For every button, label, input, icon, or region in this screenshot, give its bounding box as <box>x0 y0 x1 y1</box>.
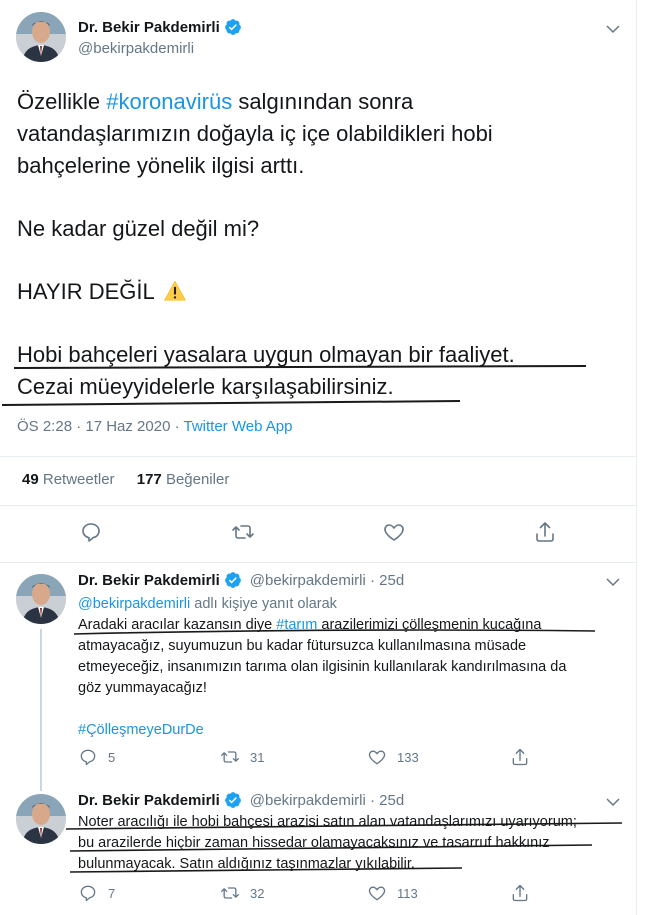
retweet-button[interactable]: 32 <box>220 883 264 903</box>
reply-count: 5 <box>108 749 116 765</box>
retweets-count[interactable]: 49 <box>22 471 39 488</box>
tweet-actions <box>0 508 637 556</box>
avatar-image <box>16 574 66 624</box>
retweet-count: 31 <box>250 749 265 765</box>
avatar[interactable] <box>16 794 66 844</box>
share-icon[interactable] <box>533 520 557 544</box>
like-button[interactable]: 113 <box>367 883 418 903</box>
mention-link[interactable]: @bekirpakdemirli <box>78 596 190 612</box>
reply-tweet[interactable]: Dr. Bekir Pakdemirli @bekirpakdemirli · … <box>0 779 637 915</box>
chevron-down-icon[interactable] <box>604 20 622 38</box>
main-tweet: Dr. Bekir Pakdemirli @bekirpakdemirli Öz… <box>0 0 637 563</box>
like-icon[interactable] <box>382 520 406 544</box>
tweet-line: bu arazilerde hiçbir zaman hissedar olam… <box>78 835 550 851</box>
tweet-line: Ne kadar güzel değil mi? <box>17 216 260 241</box>
tweet-line: Noter aracılığı ile hobi bahçesi arazisi… <box>78 814 577 830</box>
thread-connector <box>40 629 42 789</box>
text-span: salgınından sonra <box>232 89 414 114</box>
hashtag-link[interactable]: #tarım <box>276 617 317 633</box>
thread-connector <box>40 779 42 791</box>
retweet-button[interactable]: 31 <box>220 747 264 767</box>
author-handle[interactable]: @bekirpakdemirli · 25d <box>250 572 404 589</box>
avatar[interactable] <box>16 574 66 624</box>
retweets-label[interactable]: Retweetler <box>43 471 115 488</box>
author-handle[interactable]: @bekirpakdemirli <box>78 40 194 57</box>
reply-icon <box>80 749 96 766</box>
tweet-line: Aradaki aracılar kazansın diye #tarım ar… <box>78 615 623 636</box>
reply-context-text: adlı kişiye yanıt olarak <box>190 596 337 612</box>
warning-emoji-icon <box>164 280 186 301</box>
avatar-image <box>16 12 66 62</box>
author-name[interactable]: Dr. Bekir Pakdemirli <box>78 18 242 36</box>
retweet-icon <box>221 751 239 763</box>
chevron-down-icon[interactable] <box>604 793 622 811</box>
author-name[interactable]: Dr. Bekir Pakdemirli <box>78 572 220 589</box>
hashtag-link[interactable]: #koronavirüs <box>106 89 232 114</box>
text-span: Özellikle <box>17 89 107 114</box>
reply-icon[interactable] <box>79 520 103 544</box>
reply-button[interactable]: 7 <box>78 883 115 903</box>
retweet-icon <box>221 887 239 899</box>
chevron-down-icon[interactable] <box>604 573 622 591</box>
reply-count: 7 <box>108 885 116 901</box>
reply-header: Dr. Bekir Pakdemirli @bekirpakdemirli · … <box>78 571 404 589</box>
verified-badge-icon <box>224 792 241 808</box>
retweet-count: 32 <box>250 885 265 901</box>
tweet-line: HAYIR DEĞİL <box>17 276 617 308</box>
avatar[interactable] <box>16 12 66 62</box>
tweet-line: bahçelerine yönelik ilgisi arttı. <box>17 153 305 178</box>
tweet-line: göz yummayacağız! <box>78 680 207 696</box>
share-button[interactable] <box>510 747 530 767</box>
tweet-line: vatandaşlarımızın doğayla iç içe olabild… <box>17 121 493 146</box>
author-handle[interactable]: @bekirpakdemirli · 25d <box>250 792 404 809</box>
tweet-line: atmayacağız, suyumuzun bu kadar fütursuz… <box>78 638 527 654</box>
retweet-icon[interactable] <box>231 520 255 544</box>
tweet-timestamp: ÖS 2:28 · 17 Haz 2020 · Twitter Web App <box>17 418 292 435</box>
text-span: arazilerimizi çölleşmenin kucağına <box>317 617 542 633</box>
tweet-thread: Dr. Bekir Pakdemirli @bekirpakdemirli Öz… <box>0 0 637 915</box>
timestamp-text[interactable]: ÖS 2:28 · 17 Haz 2020 · <box>17 418 184 435</box>
hashtag-link[interactable]: #ÇölleşmeyeDurDe <box>78 722 204 738</box>
like-button[interactable]: 133 <box>367 747 419 767</box>
reply-icon <box>80 885 96 902</box>
text-span: HAYIR DEĞİL <box>17 279 154 304</box>
reply-text: Noter aracılığı ile hobi bahçesi arazisi… <box>78 812 623 875</box>
likes-label[interactable]: Beğeniler <box>166 471 229 488</box>
like-count: 133 <box>397 749 419 765</box>
tweet-line: #ÇölleşmeyeDurDe <box>78 720 623 741</box>
share-icon <box>512 884 528 902</box>
tweet-line: Hobi bahçeleri yasalara uygun olmayan bi… <box>17 342 515 367</box>
share-icon <box>512 748 528 766</box>
reply-tweet[interactable]: Dr. Bekir Pakdemirli @bekirpakdemirli · … <box>0 563 637 789</box>
reply-text: @bekirpakdemirli adlı kişiye yanıt olara… <box>78 594 623 741</box>
tweet-text: Özellikle #koronavirüs salgınından sonra… <box>17 86 617 403</box>
tweet-stats: 49 Retweetler 177 Beğeniler <box>0 456 637 506</box>
likes-count[interactable]: 177 <box>137 471 162 488</box>
verified-badge-icon <box>224 572 241 588</box>
reply-header: Dr. Bekir Pakdemirli @bekirpakdemirli · … <box>78 791 404 809</box>
share-button[interactable] <box>510 883 530 903</box>
like-icon <box>368 886 386 901</box>
source-link[interactable]: Twitter Web App <box>184 418 293 435</box>
avatar-image <box>16 794 66 844</box>
tweet-line: bulunmayacak. Satın aldığınız taşınmazla… <box>78 856 415 872</box>
text-span: Aradaki aracılar kazansın diye <box>78 617 277 633</box>
tweet-line: etmeyeceğiz, insanımızın tarıma olan ilg… <box>78 659 567 675</box>
verified-badge-icon <box>224 19 241 35</box>
author-name-text[interactable]: Dr. Bekir Pakdemirli <box>78 19 220 36</box>
tweet-line: Özellikle #koronavirüs salgınından sonra <box>17 86 617 118</box>
author-name[interactable]: Dr. Bekir Pakdemirli <box>78 792 220 809</box>
tweet-line: Cezai müeyyidelerle karşılaşabilirsiniz. <box>17 374 394 399</box>
like-icon <box>368 750 386 765</box>
reply-context: @bekirpakdemirli adlı kişiye yanıt olara… <box>78 594 623 615</box>
like-count: 113 <box>397 885 418 901</box>
reply-button[interactable]: 5 <box>78 747 115 767</box>
